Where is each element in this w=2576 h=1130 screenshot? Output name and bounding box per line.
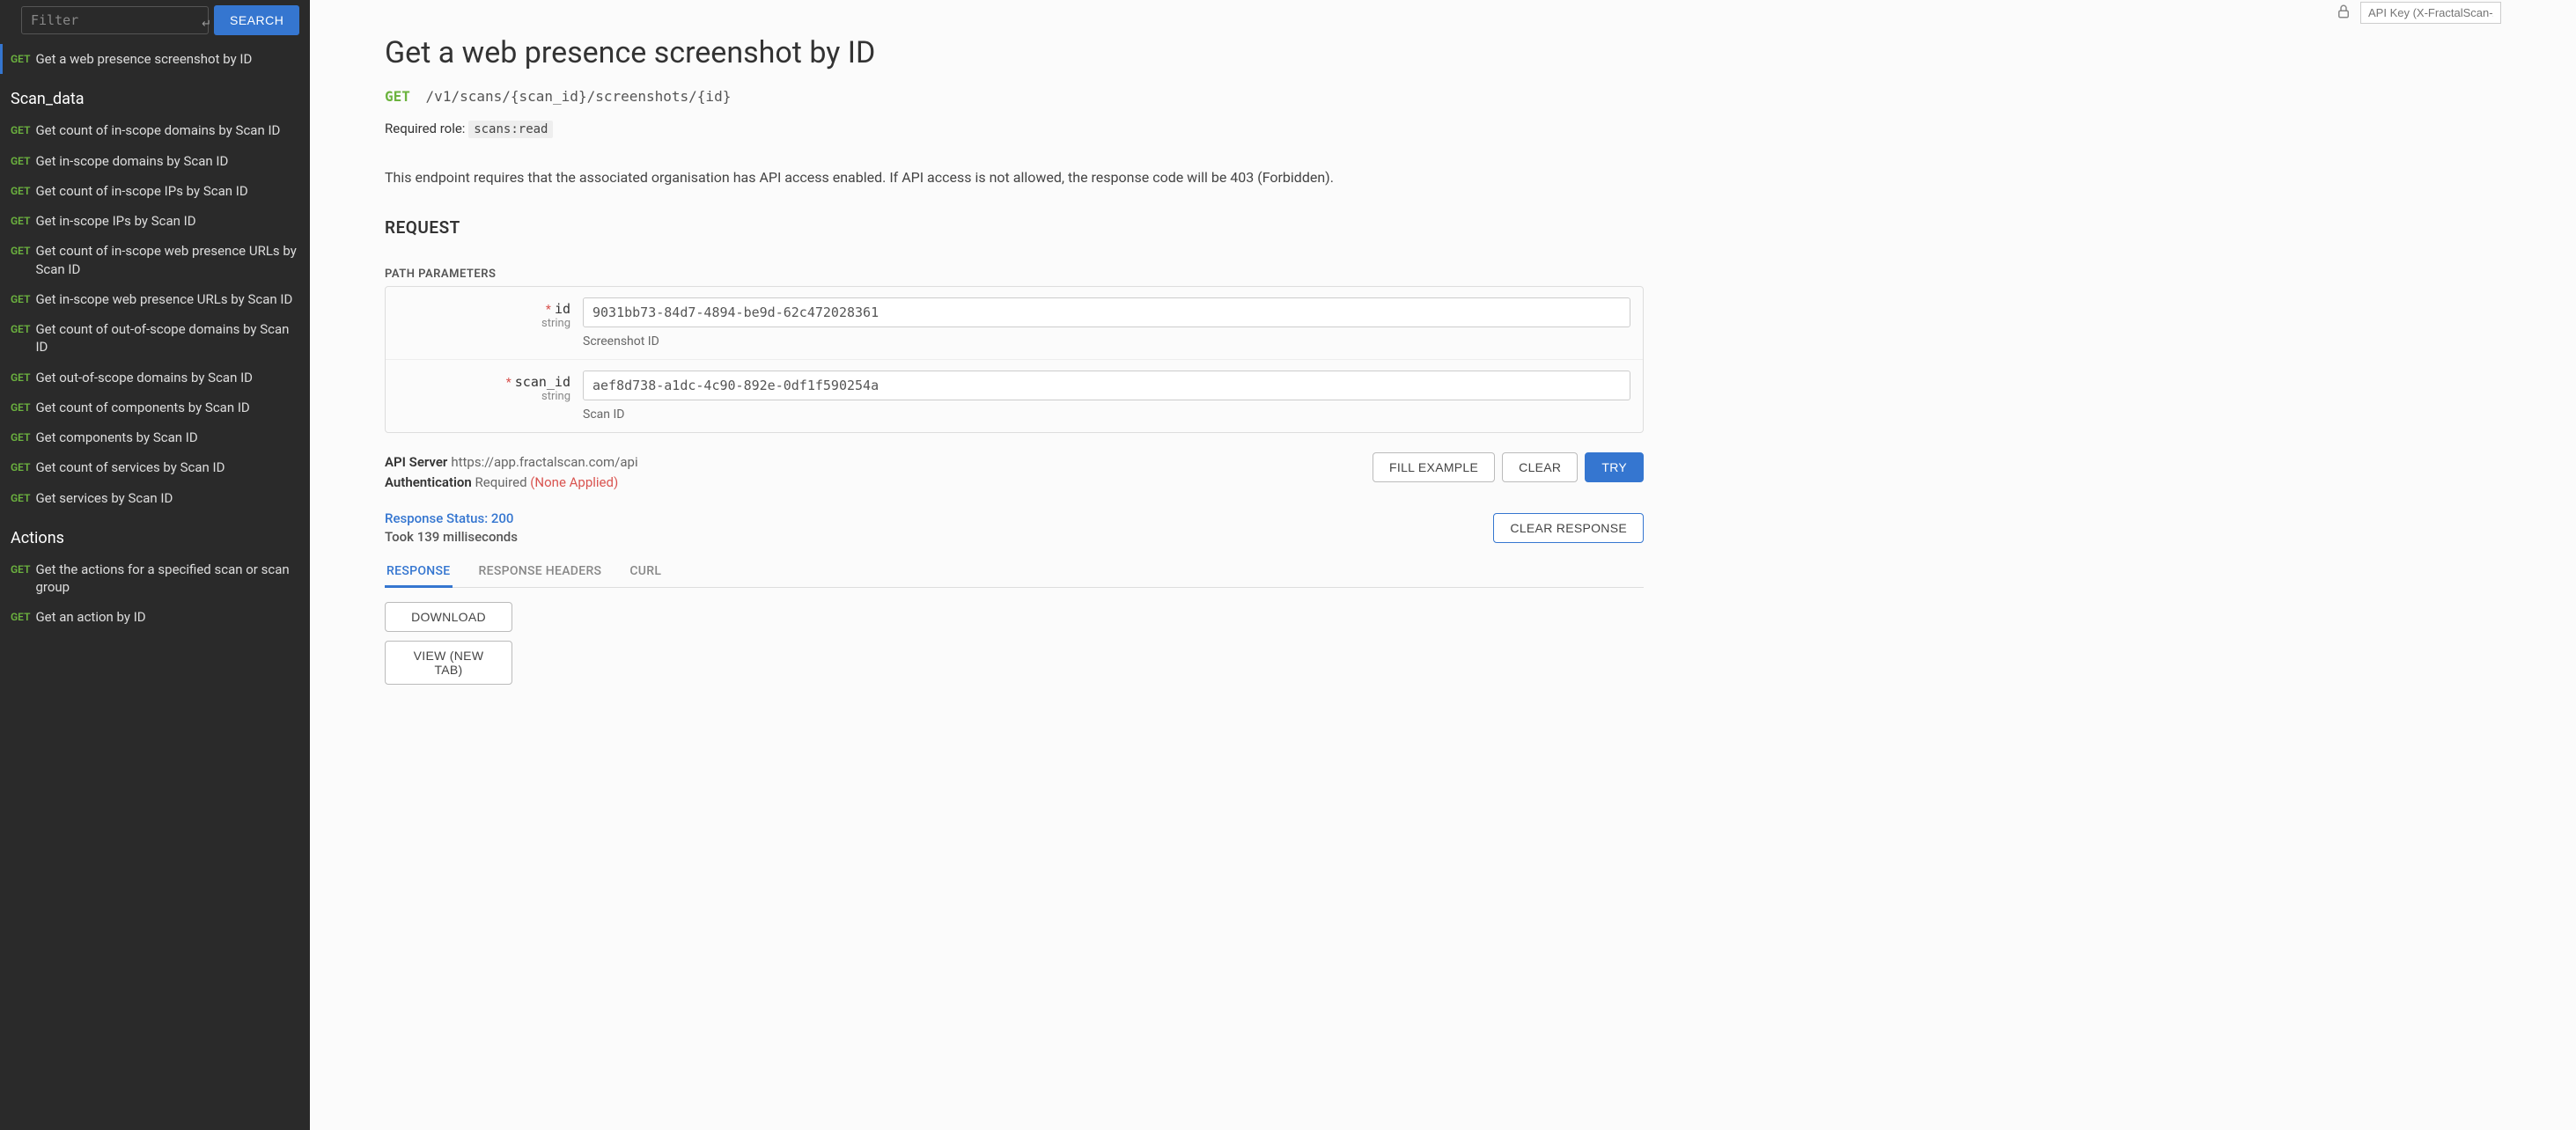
role-label: Required role: [385, 121, 465, 136]
method-badge: GET [11, 154, 30, 168]
endpoint-path: /v1/scans/{scan_id}/screenshots/{id} [426, 88, 732, 105]
required-indicator: * [546, 303, 551, 317]
request-heading: REQUEST [385, 217, 1644, 238]
method-badge: GET [11, 292, 30, 306]
method-badge: GET [11, 371, 30, 385]
tab-response[interactable]: RESPONSE [385, 557, 453, 588]
sidebar-item[interactable]: GET Get components by Scan ID [0, 422, 310, 452]
clear-button[interactable]: CLEAR [1502, 452, 1578, 482]
sidebar-item[interactable]: GET Get in-scope IPs by Scan ID [0, 206, 310, 236]
sidebar-item[interactable]: GET Get count of out-of-scope domains by … [0, 314, 310, 363]
sidebar-item[interactable]: GET Get an action by ID [0, 602, 310, 632]
response-status: Response Status: 200 [385, 510, 518, 528]
fill-example-button[interactable]: FILL EXAMPLE [1373, 452, 1495, 482]
search-button[interactable]: SEARCH [214, 5, 299, 35]
role-badge: scans:read [468, 121, 553, 138]
sidebar-item-label: Get in-scope domains by Scan ID [35, 152, 228, 170]
tab-curl[interactable]: CURL [628, 557, 663, 587]
method-badge: GET [11, 214, 30, 228]
sidebar-item-label: Get in-scope IPs by Scan ID [35, 212, 195, 230]
download-button[interactable]: DOWNLOAD [385, 602, 512, 632]
lock-icon [2336, 4, 2352, 23]
sidebar-item-label: Get in-scope web presence URLs by Scan I… [35, 290, 292, 308]
method-badge: GET [11, 52, 30, 66]
param-row-scan-id: *scan_id string Scan ID [386, 360, 1643, 432]
sidebar-item-label: Get an action by ID [35, 608, 145, 626]
method-badge: GET [11, 491, 30, 505]
endpoint-line: GET /v1/scans/{scan_id}/screenshots/{id} [385, 88, 1644, 105]
param-input-scan-id[interactable] [583, 371, 1630, 400]
sidebar-item-label: Get the actions for a specified scan or … [35, 561, 299, 597]
path-params-label: PATH PARAMETERS [385, 268, 1644, 281]
method-badge: GET [11, 460, 30, 474]
method-badge: GET [11, 123, 30, 137]
response-time: Took 139 milliseconds [385, 528, 518, 547]
api-key-input[interactable] [2360, 2, 2501, 24]
method-badge: GET [11, 184, 30, 198]
api-server-value: https://app.fractalscan.com/api [451, 454, 637, 470]
main-content: Get a web presence screenshot by ID GET … [310, 0, 2576, 1130]
sidebar-item[interactable]: GET Get count of components by Scan ID [0, 393, 310, 422]
sidebar-section-actions: Actions [0, 513, 310, 554]
sidebar-item-label: Get count of components by Scan ID [35, 399, 249, 416]
endpoint-method: GET [385, 88, 410, 105]
sidebar-item-screenshot[interactable]: GET Get a web presence screenshot by ID [0, 44, 310, 74]
sidebar-item[interactable]: GET Get count of in-scope IPs by Scan ID [0, 176, 310, 206]
page-title: Get a web presence screenshot by ID [385, 35, 1644, 70]
sidebar-section-scan-data: Scan_data [0, 74, 310, 115]
auth-none-applied: (None Applied) [530, 474, 618, 490]
endpoint-description: This endpoint requires that the associat… [385, 168, 1644, 187]
sidebar-item-label: Get count of in-scope web presence URLs … [35, 242, 299, 278]
method-badge: GET [11, 430, 30, 444]
sidebar-item-label: Get components by Scan ID [35, 429, 197, 446]
sidebar-item-label: Get count of services by Scan ID [35, 459, 224, 476]
required-role: Required role: scans:read [385, 121, 1644, 136]
param-table: *id string Screenshot ID *scan_id string [385, 286, 1644, 433]
method-badge: GET [11, 244, 30, 258]
sidebar-item-label: Get services by Scan ID [35, 489, 173, 507]
sidebar-item[interactable]: GET Get in-scope web presence URLs by Sca… [0, 284, 310, 314]
sidebar-item-label: Get count of in-scope IPs by Scan ID [35, 182, 247, 200]
param-name: id [555, 301, 570, 317]
sidebar-item[interactable]: GET Get in-scope domains by Scan ID [0, 146, 310, 176]
sidebar-item[interactable]: GET Get count of services by Scan ID [0, 452, 310, 482]
tab-response-headers[interactable]: RESPONSE HEADERS [477, 557, 604, 587]
filter-input[interactable] [21, 6, 209, 34]
param-type: string [398, 317, 570, 330]
view-new-tab-button[interactable]: VIEW (NEW TAB) [385, 641, 512, 685]
param-input-id[interactable] [583, 297, 1630, 327]
sidebar-item-label: Get count of out-of-scope domains by Sca… [35, 320, 299, 356]
api-server-label: API Server [385, 454, 447, 470]
method-badge: GET [11, 562, 30, 576]
sidebar-item-label: Get count of in-scope domains by Scan ID [35, 121, 280, 139]
sidebar-item-label: Get out-of-scope domains by Scan ID [35, 369, 253, 386]
param-row-id: * id string Screenshot ID [386, 287, 1643, 360]
required-indicator: * [506, 376, 512, 390]
method-badge: GET [11, 400, 30, 415]
sidebar-item[interactable]: GET Get services by Scan ID [0, 483, 310, 513]
response-tabs: RESPONSE RESPONSE HEADERS CURL [385, 557, 1644, 588]
method-badge: GET [11, 322, 30, 336]
auth-required: Required [475, 474, 527, 490]
method-badge: GET [11, 610, 30, 624]
param-description: Scan ID [583, 407, 1630, 422]
sidebar: ↵ SEARCH GET Get a web presence screensh… [0, 0, 310, 1130]
param-description: Screenshot ID [583, 334, 1630, 349]
sidebar-item-label: Get a web presence screenshot by ID [35, 50, 252, 68]
auth-label: Authentication [385, 474, 472, 490]
clear-response-button[interactable]: CLEAR RESPONSE [1493, 513, 1644, 543]
sidebar-item[interactable]: GET Get the actions for a specified scan … [0, 554, 310, 603]
sidebar-item[interactable]: GET Get count of in-scope web presence UR… [0, 236, 310, 284]
param-name: scan_id [515, 374, 570, 390]
sidebar-item[interactable]: GET Get out-of-scope domains by Scan ID [0, 363, 310, 393]
sidebar-item[interactable]: GET Get count of in-scope domains by Scan… [0, 115, 310, 145]
try-button[interactable]: TRY [1585, 452, 1644, 482]
param-type: string [398, 390, 570, 403]
